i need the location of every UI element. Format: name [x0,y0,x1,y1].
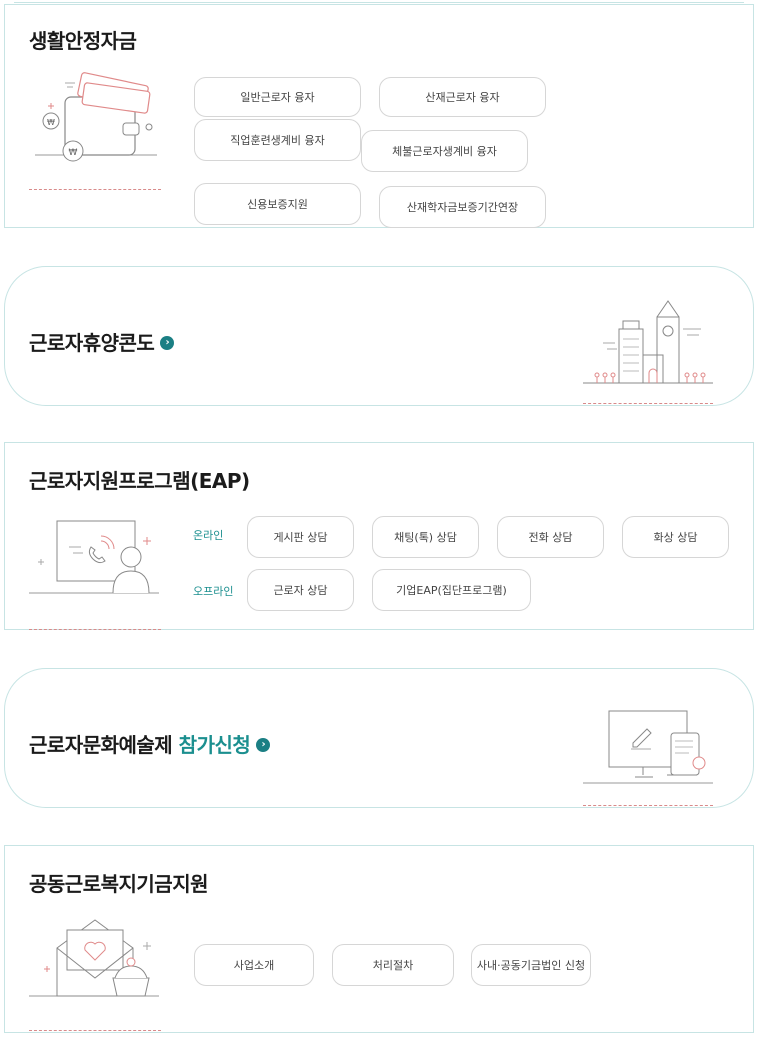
fund-corporation-apply-button[interactable]: 사내·공동기금법인 신청 [471,944,591,986]
credit-guarantee-button[interactable]: 신용보증지원 [194,183,361,225]
wallet-icon: ₩ ₩ [35,72,157,162]
condo-card[interactable]: 근로자휴양콘도 › [4,266,754,406]
online-label: 온라인 [193,529,224,542]
joint-welfare-fund-title: 공동근로복지기금지원 [29,872,209,896]
corporate-eap-button[interactable]: 기업EAP(집단프로그램) [372,569,531,611]
arts-festival-card[interactable]: 근로자문화예술제 참가신청 › [4,668,754,808]
fund-dash [29,1030,161,1031]
certificate-monitor-icon [583,710,713,784]
living-fund-title: 생활안정자금 [29,29,137,53]
industrial-accident-loan-button[interactable]: 산재근로자 융자 [379,77,546,117]
arts-festival-title[interactable]: 근로자문화예술제 참가신청 › [29,729,271,758]
wage-arrears-loan-button[interactable]: 체불근로자생계비 융자 [361,130,528,172]
procedure-button[interactable]: 처리절차 [332,944,454,986]
worker-counseling-button[interactable]: 근로자 상담 [247,569,354,611]
living-fund-card: 생활안정자금 ₩ ₩ 일반근로자 융자 산재근로자 융자 직업훈련생계비 융자 … [4,4,754,228]
won-symbol: ₩ [69,148,78,158]
condo-title-text: 근로자휴양콘도 [29,331,155,355]
phone-counseling-icon [29,520,159,594]
joint-welfare-fund-card: 공동근로복지기금지원 사업소개 처리절차 사내·공동기금법인 신청 [4,845,754,1033]
board-counseling-button[interactable]: 게시판 상담 [247,516,354,558]
condo-dash [583,403,713,404]
video-counseling-button[interactable]: 화상 상담 [622,516,729,558]
eap-title: 근로자지원프로그램(EAP) [29,469,250,493]
eap-dash [29,629,161,630]
living-fund-dash [29,189,161,190]
heart-letter-icon [29,919,159,997]
arts-festival-title-text: 근로자문화예술제 [29,733,173,757]
general-worker-loan-button[interactable]: 일반근로자 융자 [194,77,361,117]
apply-link[interactable]: 참가신청 [179,733,251,757]
condo-title[interactable]: 근로자휴양콘도 › [29,327,175,356]
arts-dash [583,805,713,806]
business-intro-button[interactable]: 사업소개 [194,944,314,986]
top-divider [14,2,744,3]
vocational-training-loan-button[interactable]: 직업훈련생계비 융자 [194,119,361,161]
tuition-guarantee-extension-button[interactable]: 산재학자금보증기간연장 [379,186,546,228]
arrow-right-icon: › [256,737,271,752]
phone-counseling-button[interactable]: 전화 상담 [497,516,604,558]
offline-label: 오프라인 [193,585,234,598]
eap-card: 근로자지원프로그램(EAP) 온라인 오프라인 게시판 상담 채팅(톡) 상담 … [4,442,754,630]
city-building-icon [583,300,713,384]
chat-counseling-button[interactable]: 채팅(톡) 상담 [372,516,479,558]
svg-text:₩: ₩ [47,118,55,127]
arrow-right-icon: › [160,335,175,350]
